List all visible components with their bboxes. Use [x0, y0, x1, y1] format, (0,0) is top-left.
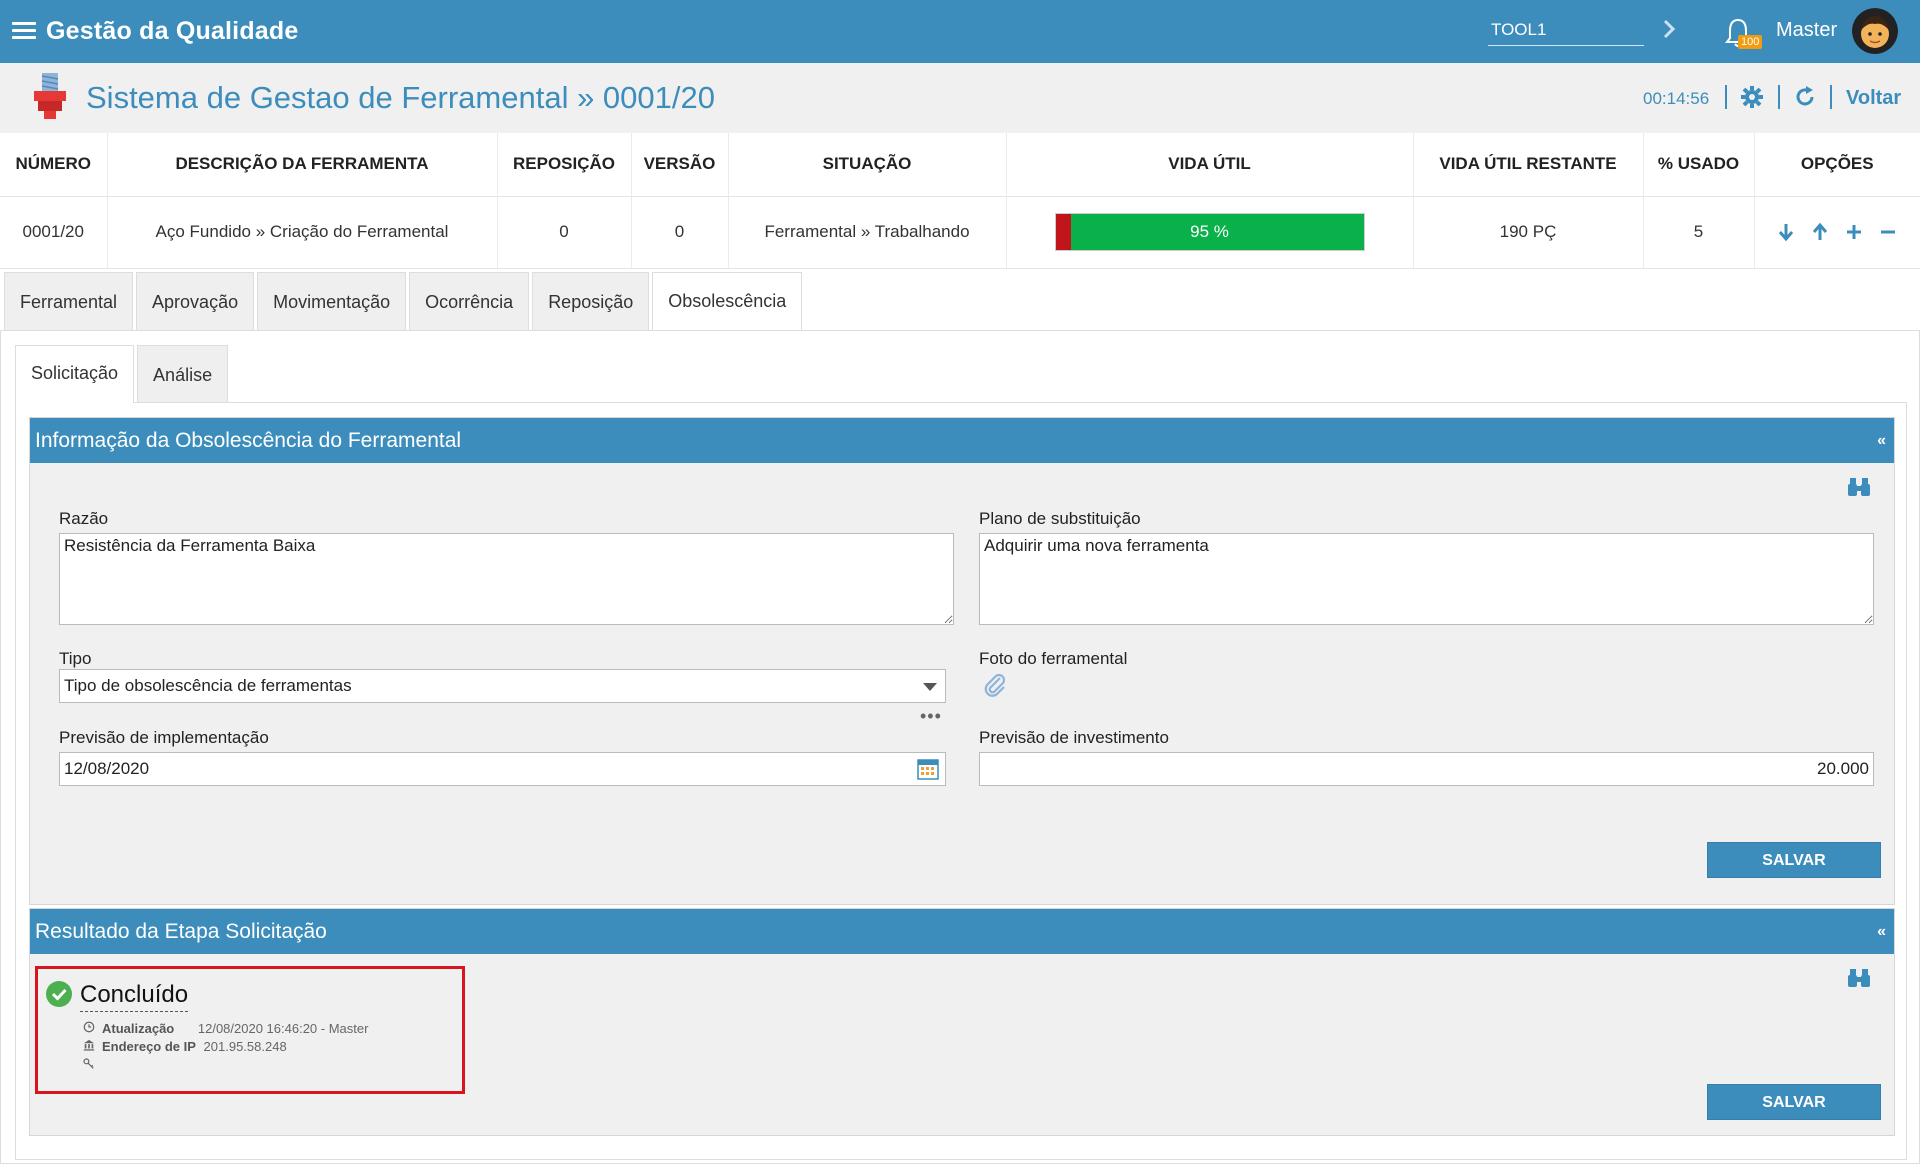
session-clock: 00:14:56 — [1643, 89, 1710, 108]
chevron-right-icon[interactable] — [1660, 15, 1678, 43]
ip-value: 201.95.58.248 — [203, 1039, 287, 1054]
plano-textarea[interactable] — [979, 533, 1874, 625]
column-header: % USADO — [1643, 133, 1755, 197]
clock-icon — [83, 1021, 95, 1033]
previsao-impl-input[interactable]: 12/08/2020 — [59, 752, 946, 786]
subtab-solicitacao[interactable]: Solicitação — [15, 345, 135, 403]
box-header: Informação da Obsolescência do Ferrament… — [30, 418, 1894, 463]
column-header: VIDA ÚTIL — [1006, 133, 1414, 197]
tab-obsolescencia[interactable]: Obsolescência — [652, 272, 803, 332]
column-header: VERSÃO — [631, 133, 729, 197]
foto-label: Foto do ferramental — [979, 649, 1128, 668]
calendar-icon[interactable] — [917, 758, 939, 780]
collapse-button[interactable]: « — [1877, 909, 1886, 954]
useful-life-bar: 95 % — [1054, 213, 1365, 251]
table-row: 0001/20 Aço Fundido » Criação do Ferrame… — [0, 196, 1920, 269]
plus-icon[interactable] — [1844, 222, 1864, 242]
binoculars-icon[interactable] — [1847, 967, 1871, 989]
collapse-button[interactable]: « — [1877, 418, 1886, 463]
previsao-inv-input[interactable]: 20.000 — [979, 752, 1874, 786]
tipo-selected-value: Tipo de obsolescência de ferramentas — [64, 676, 352, 695]
update-info: Atualização 12/08/2020 16:46:20 - Master — [82, 1021, 368, 1036]
column-header: NÚMERO — [0, 133, 108, 197]
divider — [1725, 85, 1727, 109]
more-options-icon[interactable]: ••• — [920, 706, 942, 727]
tool-summary-table: NÚMERO DESCRIÇÃO DA FERRAMENTA REPOSIÇÃO… — [0, 133, 1920, 269]
column-header: OPÇÕES — [1754, 133, 1920, 197]
box-title: Resultado da Etapa Solicitação — [35, 920, 327, 943]
tool-number: 0001/20 — [0, 196, 108, 269]
gear-icon[interactable] — [1740, 85, 1764, 109]
previsao-impl-label: Previsão de implementação — [59, 728, 269, 747]
update-label: Atualização — [102, 1021, 175, 1036]
refresh-icon[interactable] — [1793, 85, 1817, 109]
menu-icon[interactable] — [12, 22, 36, 40]
arrow-up-icon[interactable] — [1810, 222, 1830, 242]
tool-status: Ferramental » Trabalhando — [728, 196, 1007, 269]
notification-badge: 100 — [1738, 35, 1763, 49]
razao-label: Razão — [59, 509, 109, 528]
avatar[interactable] — [1852, 8, 1898, 54]
user-name[interactable]: Master — [1776, 19, 1837, 42]
useful-life-label: 95 % — [1190, 222, 1229, 241]
step-status: Concluído — [80, 981, 189, 1012]
tab-ferramental[interactable]: Ferramental — [4, 272, 134, 331]
tipo-select[interactable]: Tipo de obsolescência de ferramentas — [59, 669, 946, 703]
update-value: 12/08/2020 16:46:20 - Master — [197, 1021, 369, 1036]
binoculars-icon[interactable] — [1847, 476, 1871, 498]
key-info — [82, 1058, 102, 1073]
tab-aprovacao[interactable]: Aprovação — [136, 272, 255, 331]
previsao-impl-value: 12/08/2020 — [64, 759, 150, 778]
tool-search-input[interactable] — [1488, 14, 1644, 46]
tab-movimentacao[interactable]: Movimentação — [257, 272, 407, 331]
arrow-down-icon[interactable] — [1776, 222, 1796, 242]
check-circle-icon — [46, 981, 72, 1007]
useful-life-cell: 95 % — [1006, 196, 1414, 269]
save-button[interactable]: SALVAR — [1707, 1084, 1881, 1120]
column-header: VIDA ÚTIL RESTANTE — [1413, 133, 1644, 197]
tool-reposition: 0 — [497, 196, 632, 269]
obsolescence-info-box: Informação da Obsolescência do Ferrament… — [29, 417, 1895, 905]
paperclip-icon[interactable] — [983, 673, 1009, 699]
tab-ocorrencia[interactable]: Ocorrência — [409, 272, 530, 331]
main-tabs: Ferramental Aprovação Movimentação Ocorr… — [4, 272, 805, 332]
column-header: REPOSIÇÃO — [497, 133, 632, 197]
top-bar: Gestão da Qualidade 100 Master — [0, 0, 1920, 63]
divider — [1778, 85, 1780, 109]
options-cell — [1754, 196, 1920, 269]
chevron-down-icon — [923, 683, 937, 691]
razao-textarea[interactable] — [59, 533, 954, 625]
box-header: Resultado da Etapa Solicitação « — [30, 909, 1894, 954]
divider — [1830, 85, 1832, 109]
previsao-inv-label: Previsão de investimento — [979, 728, 1169, 747]
tool-logo-icon — [34, 73, 66, 119]
app-title: Gestão da Qualidade — [46, 17, 299, 45]
tool-description: Aço Fundido » Criação do Ferramental — [107, 196, 498, 269]
back-link[interactable]: Voltar — [1846, 87, 1901, 110]
page-header: Sistema de Gestao de Ferramental » 0001/… — [0, 63, 1920, 133]
step-status-highlight: Concluído Atualização 12/08/2020 16:46:2… — [35, 966, 465, 1094]
bank-icon — [83, 1039, 95, 1051]
ip-info: Endereço de IP 201.95.58.248 — [82, 1039, 287, 1054]
subtab-analise[interactable]: Análise — [137, 345, 229, 402]
column-header: DESCRIÇÃO DA FERRAMENTA — [107, 133, 498, 197]
column-header: SITUAÇÃO — [728, 133, 1007, 197]
minus-icon[interactable] — [1878, 222, 1898, 242]
box-title: Informação da Obsolescência do Ferrament… — [35, 429, 462, 452]
plano-label: Plano de substituição — [979, 509, 1141, 528]
remaining-life: 190 PÇ — [1413, 196, 1644, 269]
ip-label: Endereço de IP — [102, 1039, 196, 1054]
sub-tabs: Solicitação Análise — [15, 345, 231, 403]
key-icon — [83, 1058, 94, 1069]
tipo-label: Tipo — [59, 649, 92, 668]
save-button[interactable]: SALVAR — [1707, 842, 1881, 878]
page-title: Sistema de Gestao de Ferramental » 0001/… — [86, 80, 715, 115]
tool-version: 0 — [631, 196, 729, 269]
tab-reposicao[interactable]: Reposição — [532, 272, 650, 331]
percent-used: 5 — [1643, 196, 1755, 269]
